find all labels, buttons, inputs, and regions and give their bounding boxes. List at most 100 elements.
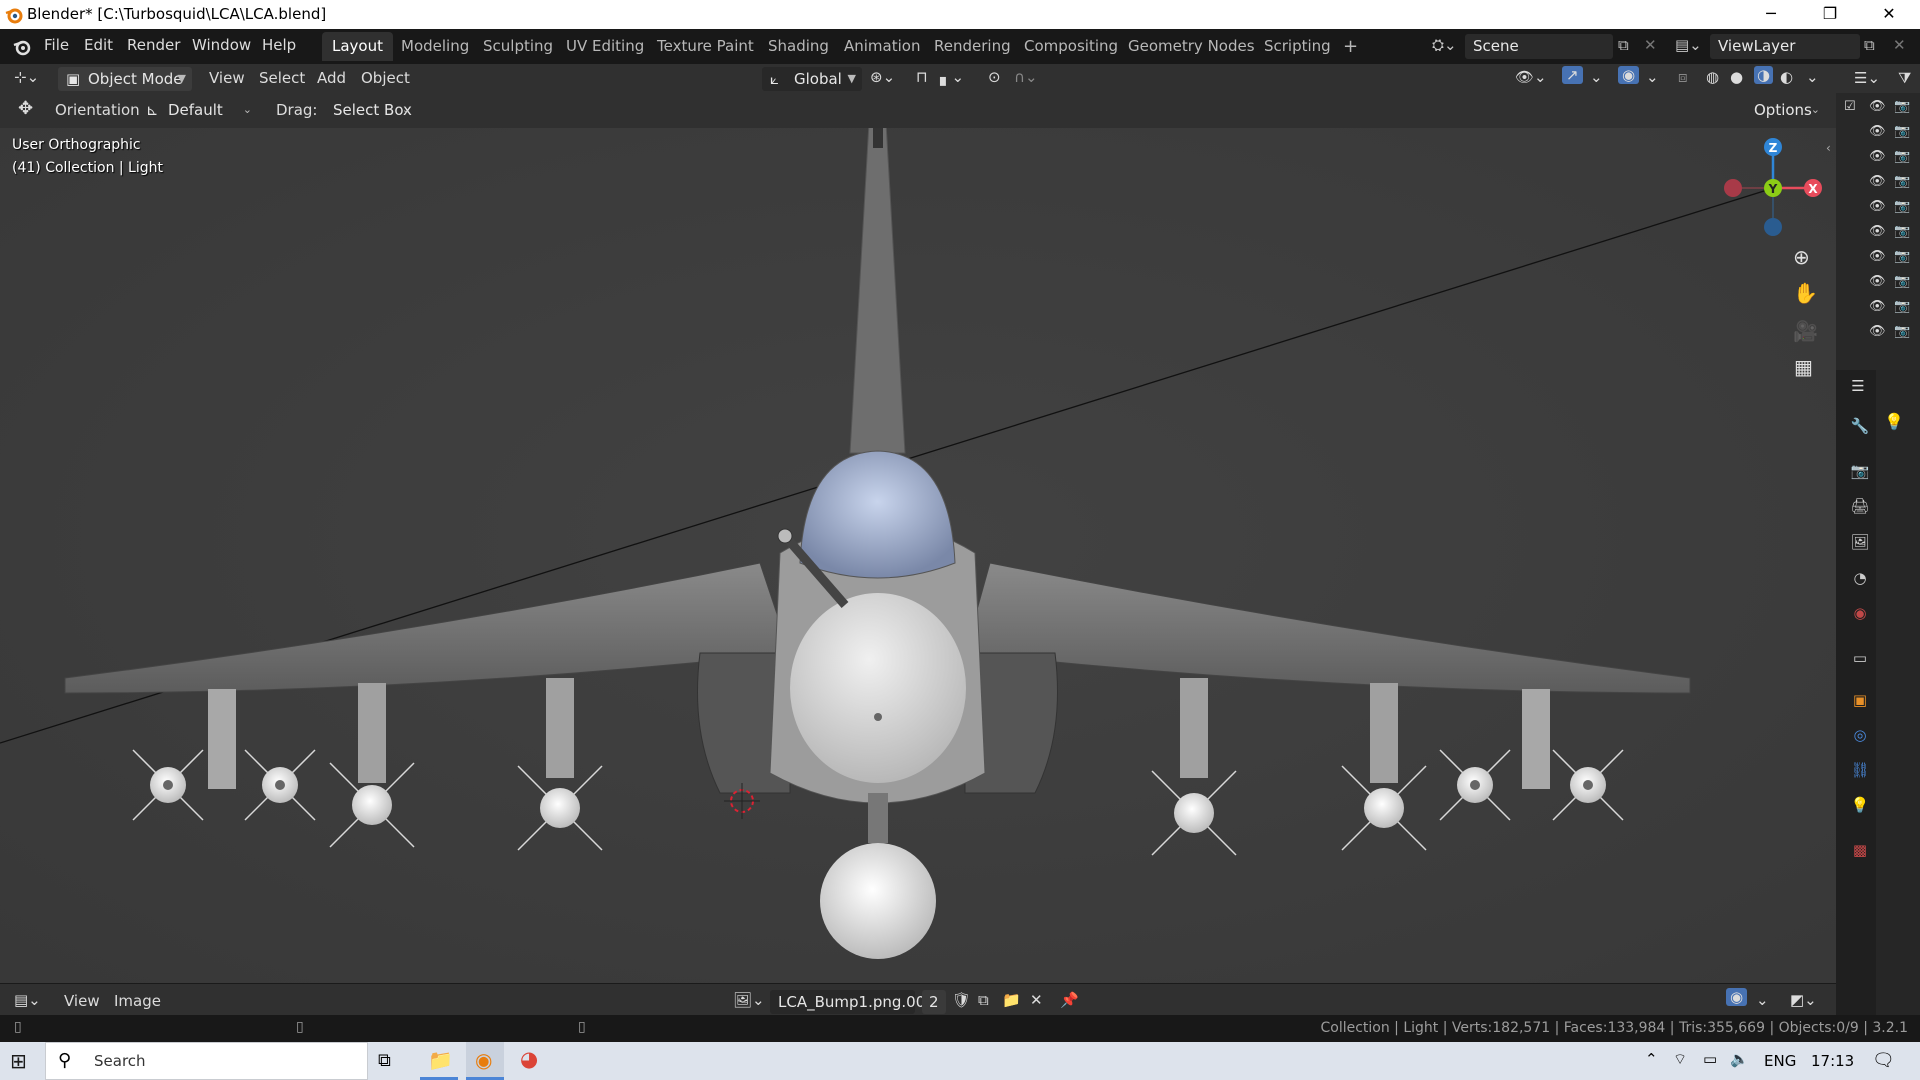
properties-editor-icon[interactable]: ☰ [1848,376,1868,396]
taskbar-search-box[interactable]: ⚲ Search [45,1042,368,1080]
visibility-eye-icon[interactable]: 👁 [1869,124,1886,139]
tab-uv-editing[interactable]: UV Editing [556,32,654,61]
gizmo-negative-z[interactable] [1764,218,1782,236]
view-layer-properties-icon[interactable]: 🖼 [1850,532,1870,552]
shading-solid-icon[interactable]: ● [1730,68,1743,86]
visibility-eye-icon[interactable]: 👁 [1869,149,1886,164]
render-camera-icon[interactable]: 📷 [1894,249,1910,264]
camera-view-icon[interactable]: 🎥 [1793,319,1818,343]
tool-properties-icon[interactable]: 🔧 [1850,416,1870,436]
visibility-eye-icon[interactable]: 👁 [1869,299,1886,314]
volume-icon[interactable]: 🔈 [1730,1050,1749,1068]
world-properties-icon[interactable]: ◉ [1850,603,1870,623]
texture-properties-icon[interactable]: ▩ [1850,840,1870,860]
unlink-image-icon[interactable]: ✕ [1030,991,1043,1009]
render-camera-icon[interactable]: 📷 [1894,174,1910,189]
visibility-eye-icon[interactable]: 👁 [1869,274,1886,289]
view-layer-field[interactable]: ViewLayer [1710,34,1860,59]
outliner-filter-icon[interactable]: ⧩ [1898,69,1911,87]
render-camera-icon[interactable]: 📷 [1894,199,1910,214]
menu-select[interactable]: Select [259,69,305,87]
shading-wireframe-icon[interactable]: ◍ [1706,68,1719,86]
visibility-eye-icon[interactable]: 👁 [1869,249,1886,264]
menu-render[interactable]: Render [127,36,180,54]
outliner-row[interactable]: ☑ 👁 📷 [1836,97,1920,119]
move-tool-icon[interactable]: ✥ [18,98,33,119]
render-camera-icon[interactable]: 📷 [1894,299,1910,314]
display-channels-icon[interactable]: ◩⌄ [1790,991,1817,1009]
render-camera-icon[interactable]: 📷 [1894,274,1910,289]
render-camera-icon[interactable]: 📷 [1894,324,1910,339]
object-properties-icon[interactable]: ▣ [1850,690,1870,710]
constraints-properties-icon[interactable]: ⛓ [1850,760,1870,780]
collection-properties-icon[interactable]: ▭ [1850,648,1870,668]
blender-menu-icon[interactable] [12,37,32,57]
menu-edit[interactable]: Edit [84,36,113,54]
exclude-checkbox[interactable]: ☑ [1844,99,1856,114]
windows-start-icon[interactable]: ⊞ [10,1049,27,1073]
light-panel-icon[interactable]: 💡 [1884,412,1904,431]
render-properties-icon[interactable]: 📷 [1850,461,1870,481]
outliner-row[interactable]: 👁 📷 [1836,122,1920,144]
visibility-eye-icon[interactable]: 👁 [1869,174,1886,189]
light-data-icon[interactable]: 💡 [1850,795,1870,815]
minimize-button[interactable]: ─ [1742,0,1800,29]
menu-object[interactable]: Object [361,69,410,87]
render-camera-icon[interactable]: 📷 [1894,149,1910,164]
outliner-row[interactable]: 👁 📷 [1836,172,1920,194]
transform-orientation-dropdown[interactable]: ⟀ Global ▼ [762,67,862,91]
notifications-icon[interactable]: 🗨 [1872,1050,1895,1071]
tab-animation[interactable]: Animation [834,32,930,61]
close-button[interactable]: ✕ [1860,0,1918,29]
tab-geometry-nodes[interactable]: Geometry Nodes [1118,32,1265,61]
visibility-eye-icon[interactable]: 👁 [1869,224,1886,239]
image-gizmo-dropdown-icon[interactable]: ⌄ [1756,991,1769,1009]
language-indicator[interactable]: ENG [1764,1052,1796,1070]
visibility-eye-icon[interactable]: 👁 [1869,324,1886,339]
shading-rendered-icon[interactable]: ◐ [1780,68,1793,86]
visibility-icon[interactable]: 👁⌄ [1515,68,1547,86]
scene-name-field[interactable]: Scene [1465,34,1613,59]
tab-shading[interactable]: Shading [758,32,839,61]
menu-file[interactable]: File [44,36,69,54]
menu-image-view[interactable]: View [64,992,100,1010]
gizmo-dropdown-icon[interactable]: ⌄ [1590,68,1603,86]
tab-scripting[interactable]: Scripting [1254,32,1341,61]
tab-compositing[interactable]: Compositing [1014,32,1128,61]
aircraft-model[interactable]: Z X Y [0,93,1836,983]
grid-toggle-icon[interactable]: ▦ [1794,355,1813,379]
menu-view[interactable]: View [209,69,245,87]
outliner-row[interactable]: 👁 📷 [1836,247,1920,269]
tab-texture-paint[interactable]: Texture Paint [647,32,764,61]
3d-viewport[interactable]: Z X Y User Orthographic (41) Collection … [0,93,1836,983]
gizmo-toggle-icon[interactable]: ↗ [1562,66,1583,84]
outliner-row[interactable]: 👁 📷 [1836,222,1920,244]
pan-hand-icon[interactable]: ✋ [1793,281,1818,305]
view-layer-icon[interactable]: ▤⌄ [1675,36,1702,54]
outliner-row[interactable]: 👁 📷 [1836,322,1920,344]
scene-selector-icon[interactable]: ⛭⌄ [1432,36,1457,54]
mode-dropdown[interactable]: ▣ Object Mode ▼ [58,67,192,91]
physics-properties-icon[interactable]: ◎ [1850,725,1870,745]
restore-button[interactable]: ❐ [1801,0,1859,29]
scene-properties-icon[interactable]: ◔ [1850,568,1870,588]
shading-dropdown-icon[interactable]: ⌄ [1806,68,1819,86]
new-view-layer-icon[interactable]: ⧉ [1864,36,1875,54]
taskbar-blender[interactable]: ◉ [466,1042,504,1080]
pin-icon[interactable]: 📌 [1060,991,1079,1009]
new-image-icon[interactable]: ⧉ [978,991,989,1009]
overlays-dropdown-icon[interactable]: ⌄ [1646,68,1659,86]
image-name-field[interactable]: LCA_Bump1.png.001 [770,990,935,1014]
editor-type-icon[interactable]: ⊹⌄ [14,68,39,86]
clock[interactable]: 17:13 [1811,1052,1854,1070]
wifi-icon[interactable]: ⌔ [1673,1050,1687,1069]
menu-add[interactable]: Add [317,69,346,87]
render-camera-icon[interactable]: 📷 [1894,124,1910,139]
orientation-dropdown[interactable]: ⊾ Default ⌄ [140,98,258,122]
open-image-icon[interactable]: 📁 [1002,991,1021,1009]
outliner-row[interactable]: 👁 📷 [1836,147,1920,169]
fake-user-icon[interactable]: 🛡 [952,991,971,1009]
taskbar-file-explorer[interactable]: 📁 [420,1042,458,1080]
delete-scene-icon[interactable]: ✕ [1644,36,1657,54]
menu-window[interactable]: Window [192,36,251,54]
